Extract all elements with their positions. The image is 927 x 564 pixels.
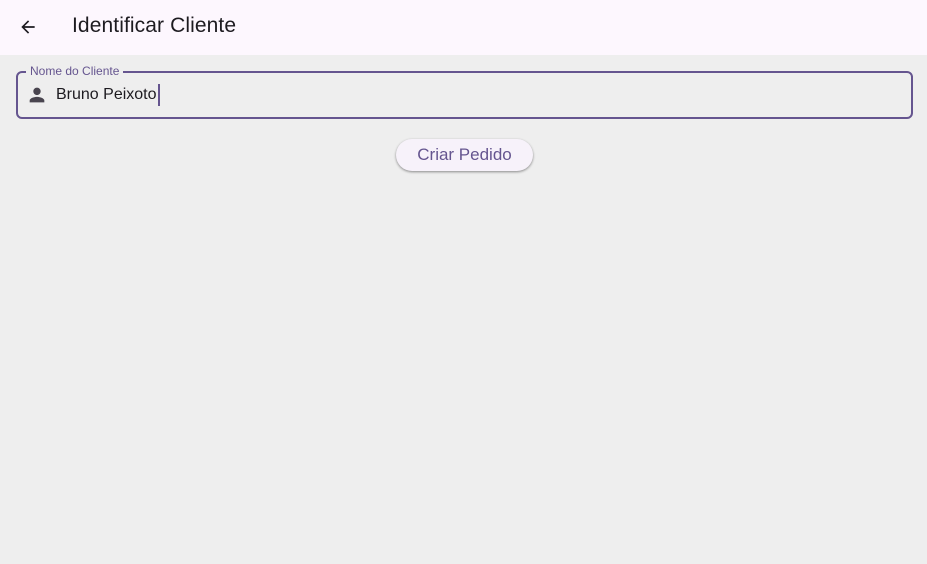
text-caret bbox=[157, 84, 160, 106]
customer-name-input[interactable]: Bruno Peixoto bbox=[56, 73, 896, 117]
customer-name-field[interactable]: Nome do Cliente Bruno Peixoto bbox=[16, 64, 913, 119]
person-icon bbox=[29, 87, 45, 103]
arrow-back-icon bbox=[21, 20, 35, 34]
create-order-button[interactable]: Criar Pedido bbox=[396, 139, 533, 171]
page-title: Identificar Cliente bbox=[72, 14, 237, 37]
customer-name-value: Bruno Peixoto bbox=[56, 86, 157, 103]
back-button[interactable] bbox=[8, 7, 48, 47]
app-bar: Identificar Cliente bbox=[0, 0, 927, 55]
